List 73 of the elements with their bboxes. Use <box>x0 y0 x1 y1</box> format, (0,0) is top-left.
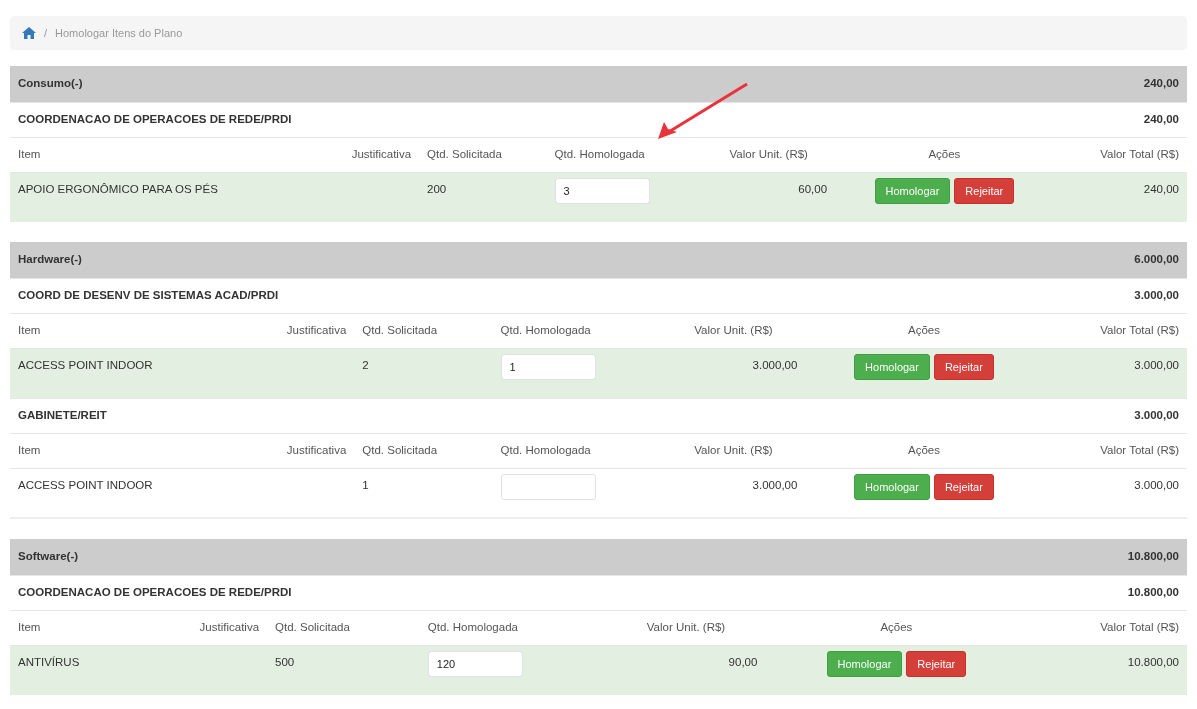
category-total: 6.000,00 <box>1134 253 1179 266</box>
reject-button[interactable]: Rejeitar <box>906 650 967 677</box>
column-header: Valor Total (R$) <box>1100 443 1179 456</box>
table-cell: 3.000,00 <box>752 478 798 491</box>
department-total: 3.000,00 <box>1134 408 1179 421</box>
column-header: Qtd. Homologada <box>427 620 518 633</box>
table-cell: 1 <box>362 478 369 491</box>
quantity-input[interactable]: 120 <box>427 650 523 677</box>
department-name: GABINETE/REIT <box>18 408 107 421</box>
column-header: Justificativa <box>351 147 412 160</box>
column-header: Qtd. Solicitada <box>362 443 438 456</box>
quantity-input[interactable]: 1 <box>500 353 596 380</box>
category-total: 10.800,00 <box>1127 550 1179 563</box>
table-cell: 240,00 <box>1143 182 1179 195</box>
reject-button[interactable]: Rejeitar <box>933 353 994 380</box>
table-cell: 3.000,00 <box>1134 358 1179 371</box>
column-header: Justificativa <box>286 323 347 336</box>
department-name: COORD DE DESENV DE SISTEMAS ACAD/PRDI <box>18 288 279 301</box>
breadcrumb-separator: / <box>44 25 48 41</box>
category-name: Hardware(-) <box>18 253 82 266</box>
category-total: 240,00 <box>1143 77 1179 90</box>
table-cell: APOIO ERGONÔMICO PARA OS PÉS <box>18 182 218 195</box>
table-cell: 2 <box>362 358 369 371</box>
department-name: COORDENACAO DE OPERACOES DE REDE/PRDI <box>18 585 292 598</box>
department-total: 240,00 <box>1143 112 1179 125</box>
reject-button[interactable]: Rejeitar <box>933 473 994 500</box>
column-header: Qtd. Solicitada <box>362 323 438 336</box>
department-total: 3.000,00 <box>1134 288 1179 301</box>
column-header: Ações <box>907 323 940 336</box>
column-header: Qtd. Solicitada <box>275 620 350 633</box>
approve-button[interactable]: Homologar <box>826 650 903 677</box>
column-header: Valor Total (R$) <box>1100 147 1179 160</box>
approve-button[interactable]: Homologar <box>854 473 930 500</box>
home-icon[interactable] <box>22 27 36 39</box>
column-header: Item <box>18 323 41 336</box>
table-cell: 3.000,00 <box>752 358 798 371</box>
column-header: Item <box>18 443 41 456</box>
table-cell: 500 <box>275 655 295 668</box>
column-header: Valor Total (R$) <box>1100 620 1179 633</box>
column-header: Qtd. Homologada <box>500 323 591 336</box>
table-cell: 200 <box>427 182 447 195</box>
column-header: Qtd. Solicitada <box>427 147 502 160</box>
quantity-input[interactable]: 3 <box>554 177 650 204</box>
table-cell: 3.000,00 <box>1134 478 1179 491</box>
reject-button[interactable]: Rejeitar <box>954 177 1015 204</box>
category-name: Consumo(-) <box>18 77 83 90</box>
column-header: Valor Unit. (R$) <box>729 147 808 160</box>
column-header: Qtd. Homologada <box>500 443 591 456</box>
table-cell: ANTIVÍRUS <box>18 655 80 668</box>
table-cell: 10.800,00 <box>1127 655 1179 668</box>
column-header: Valor Unit. (R$) <box>694 443 773 456</box>
column-header: Justificativa <box>286 443 347 456</box>
approve-button[interactable]: Homologar <box>854 353 930 380</box>
department-name: COORDENACAO DE OPERACOES DE REDE/PRDI <box>18 112 292 125</box>
column-header: Justificativa <box>199 620 260 633</box>
column-header: Item <box>18 620 41 633</box>
column-header: Ações <box>880 620 913 633</box>
column-header: Valor Unit. (R$) <box>646 620 726 633</box>
column-header: Item <box>18 147 41 160</box>
column-header: Valor Unit. (R$) <box>694 323 773 336</box>
breadcrumb-current: Homologar Itens do Plano <box>55 25 183 41</box>
column-header: Qtd. Homologada <box>554 147 645 160</box>
column-header: Ações <box>928 147 961 160</box>
table-cell: 90,00 <box>728 655 758 668</box>
column-header: Ações <box>907 443 940 456</box>
table-cell: ACCESS POINT INDOOR <box>18 478 153 491</box>
quantity-input[interactable] <box>500 473 596 500</box>
category-name: Software(-) <box>18 550 79 563</box>
department-total: 10.800,00 <box>1127 585 1179 598</box>
column-header: Valor Total (R$) <box>1100 323 1179 336</box>
approve-button[interactable]: Homologar <box>874 177 951 204</box>
table-cell: 60,00 <box>798 182 828 195</box>
table-cell: ACCESS POINT INDOOR <box>18 358 153 371</box>
